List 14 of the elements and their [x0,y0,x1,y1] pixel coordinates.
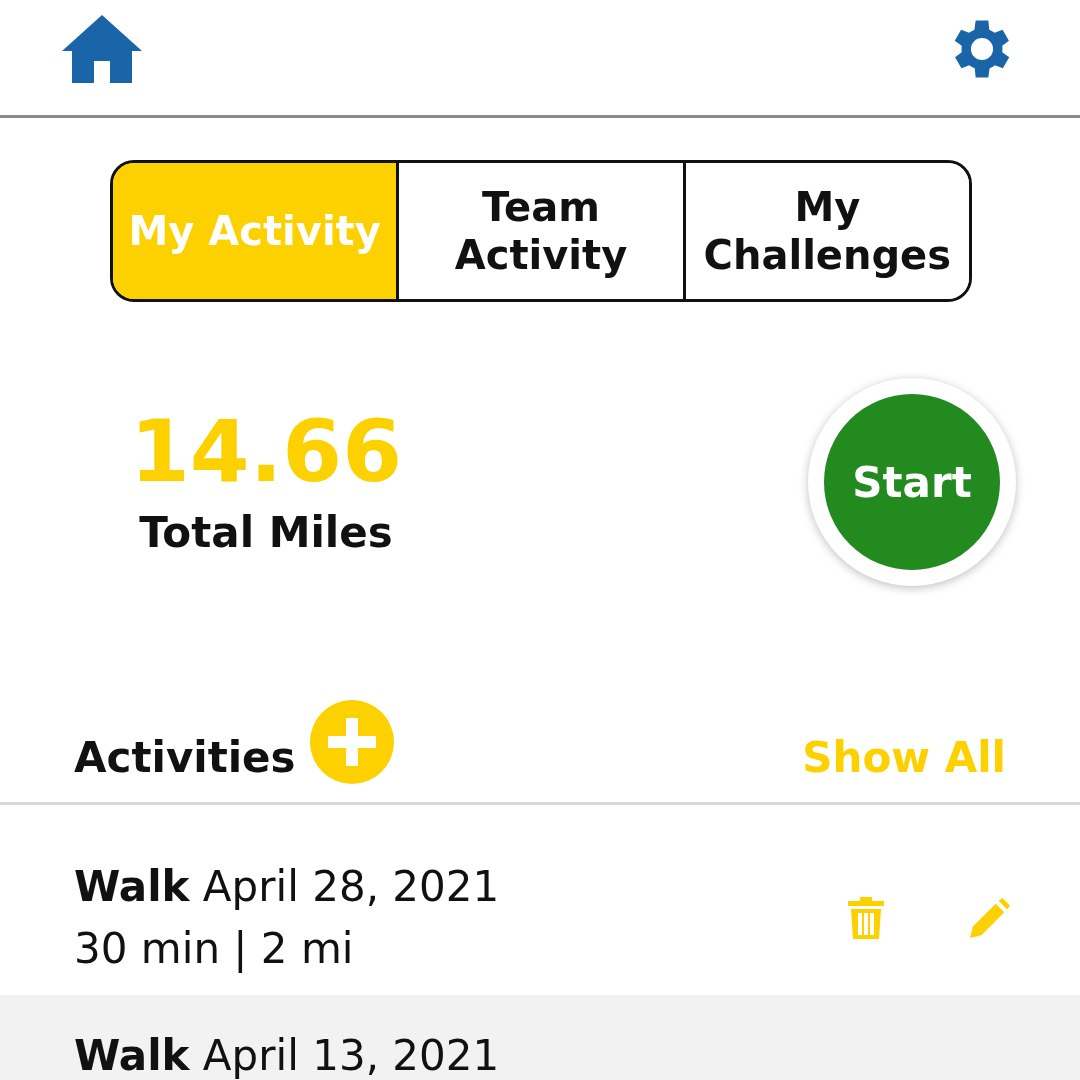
activity-details: 30 min | 2 mi [74,923,355,975]
pencil-icon[interactable] [970,897,1010,939]
activities-heading: Activities [74,732,296,782]
activity-title: Walk April 28, 2021 [74,861,500,913]
activity-row[interactable]: Walk April 13, 2021 [0,995,1080,1080]
activity-title: Walk April 13, 2021 [74,1030,500,1080]
tab[interactable]: My Challenges [682,163,969,299]
trash-icon[interactable] [846,897,886,939]
total-miles-label: Total Miles [139,507,393,557]
home-icon[interactable] [60,12,144,85]
total-miles-value: 14.66 [130,407,403,494]
start-button[interactable]: Start [824,394,1000,570]
activity-row[interactable]: Walk April 28, 2021 30 min | 2 mi [0,805,1080,995]
add-icon[interactable] [309,700,394,784]
